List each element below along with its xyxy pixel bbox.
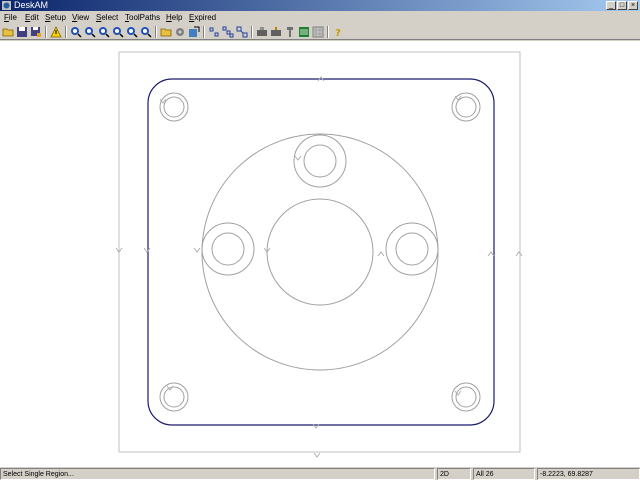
menu-bar: File Edit Setup View Select ToolPaths He… [0,11,640,24]
toolbar-separator [45,26,47,38]
close-button[interactable]: × [628,1,638,10]
folder-icon[interactable] [160,26,172,38]
warning-icon[interactable] [50,26,62,38]
zoom-window-icon[interactable] [98,26,110,38]
zoom-extents-icon[interactable] [112,26,124,38]
menu-help[interactable]: Help [166,11,182,24]
zoom-previous-icon[interactable] [126,26,138,38]
minimize-button[interactable]: _ [606,1,616,10]
status-mode: 2D [437,468,471,480]
toolbar-separator [155,26,157,38]
menu-expired[interactable]: Expired [189,11,216,24]
cad-drawing[interactable] [0,41,640,466]
status-selection: All 26 [473,468,535,480]
tool-icon[interactable] [270,26,282,38]
pitch-circle[interactable] [201,133,439,371]
menu-view[interactable]: View [72,11,89,24]
settings-icon[interactable] [174,26,186,38]
menu-setup[interactable]: Setup [45,11,66,24]
toolbar-separator [65,26,67,38]
corner-hole-bottom-left[interactable] [159,382,189,412]
zoom-in-icon[interactable] [70,26,82,38]
select-region-icon[interactable] [236,26,248,38]
title-bar: DeskAM _ □ × [0,0,640,11]
toolbar: ? [0,24,640,40]
menu-select[interactable]: Select [96,11,118,24]
corner-hole-top-left[interactable] [159,92,189,122]
status-message: Select Single Region... [0,468,435,480]
part-outline[interactable] [147,78,495,426]
maximize-button[interactable]: □ [617,1,627,10]
zoom-out-icon[interactable] [84,26,96,38]
bolt-hole-left[interactable] [201,222,255,276]
help-icon[interactable]: ? [332,26,344,38]
bolt-hole-top[interactable] [293,134,347,188]
menu-toolpaths[interactable]: ToolPaths [125,11,160,24]
menu-file[interactable]: File [4,11,17,24]
menu-edit[interactable]: Edit [25,11,39,24]
app-icon [2,1,11,10]
grid-icon[interactable] [312,26,324,38]
select-chain-icon[interactable] [222,26,234,38]
window-title: DeskAM [14,0,49,10]
layers-icon[interactable] [298,26,310,38]
center-bore[interactable] [266,198,374,306]
pan-icon[interactable] [140,26,152,38]
toolbar-separator [251,26,253,38]
toolbar-separator [327,26,329,38]
probe-icon[interactable] [284,26,296,38]
status-bar: Select Single Region... 2D All 26 -8.222… [0,466,640,480]
drawing-canvas[interactable] [0,41,640,466]
svg-text:?: ? [335,28,341,38]
save-icon[interactable] [16,26,28,38]
machine-icon[interactable] [256,26,268,38]
select-single-icon[interactable] [208,26,220,38]
export-icon[interactable] [188,26,200,38]
corner-hole-bottom-right[interactable] [451,382,481,412]
status-coordinates: -8.2223, 69.8287 [537,468,640,480]
save-as-icon[interactable] [30,26,42,38]
toolbar-separator [203,26,205,38]
bolt-hole-right[interactable] [385,222,439,276]
open-folder-icon[interactable] [2,26,14,38]
